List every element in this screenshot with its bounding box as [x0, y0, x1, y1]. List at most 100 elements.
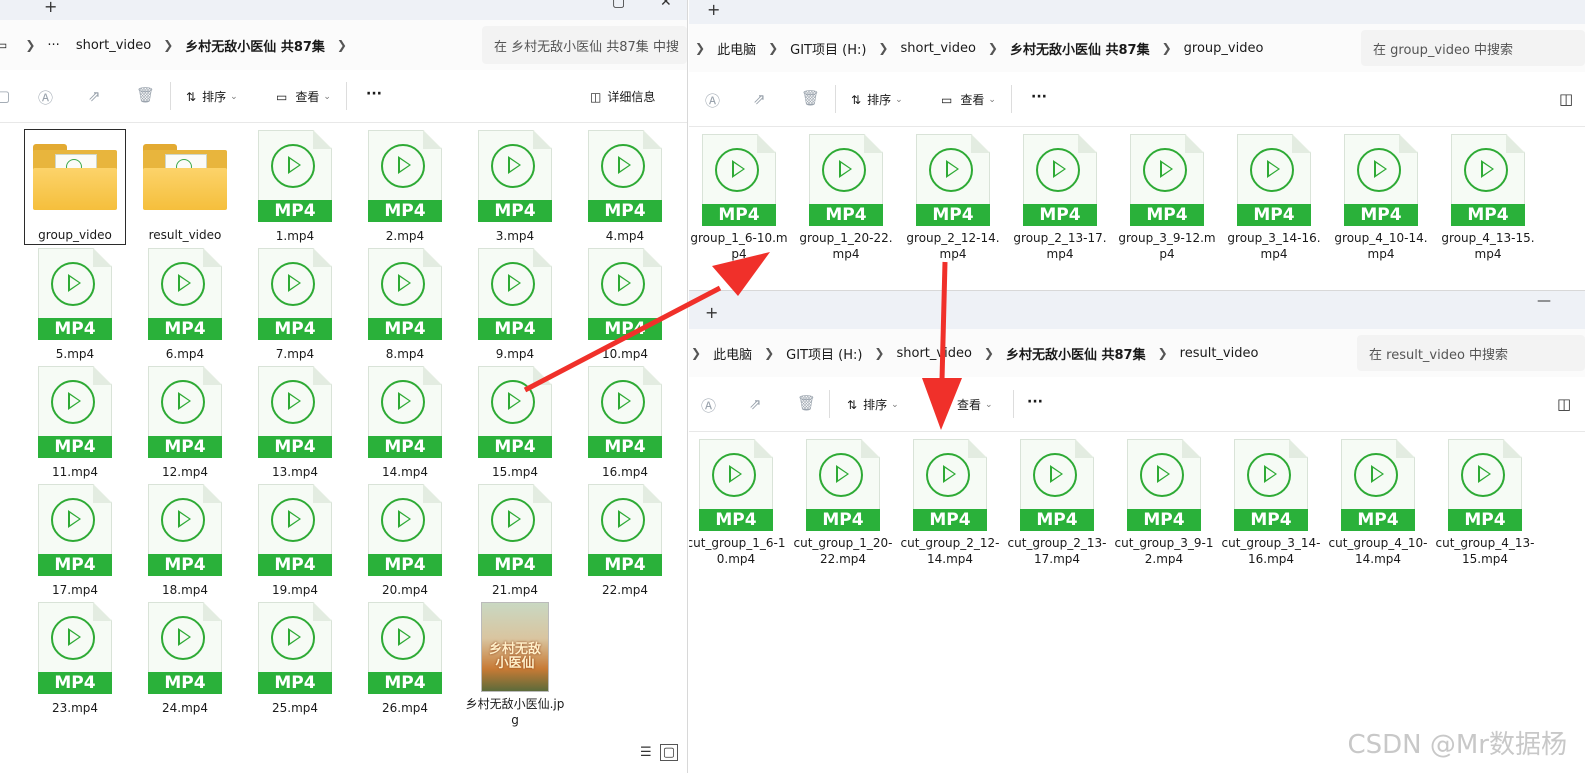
rename-icon[interactable]: Ⓐ	[38, 87, 53, 108]
more-options-button[interactable]: ···	[1031, 89, 1047, 105]
view-button[interactable]: ▭ 查看 ⌄	[941, 91, 996, 108]
file-item-mp4[interactable]: MP4 9.mp4	[465, 248, 565, 378]
file-item-mp4[interactable]: MP4 cut_group_2_13-17.mp4	[1007, 439, 1107, 569]
breadcrumb-this-pc[interactable]: 此电脑	[713, 344, 752, 363]
file-item-mp4[interactable]: MP4 group_1_20-22.mp4	[796, 134, 896, 264]
file-name-label: 24.mp4	[161, 701, 209, 715]
file-item-mp4[interactable]: MP4 group_3_9-12.mp4	[1117, 134, 1217, 264]
file-item-mp4[interactable]: MP4 22.mp4	[575, 484, 675, 614]
details-pane-icon[interactable]: ◫	[1557, 395, 1571, 413]
folder-item[interactable]: group_video	[24, 129, 126, 245]
delete-icon[interactable]: 🗑	[136, 86, 155, 104]
rename-icon[interactable]: Ⓐ	[701, 395, 716, 416]
breadcrumb-series-folder[interactable]: 乡村无敌小医仙 共87集	[1010, 39, 1150, 58]
file-item-mp4[interactable]: MP4 10.mp4	[575, 248, 675, 378]
file-item-mp4[interactable]: MP4 group_1_6-10.mp4	[689, 134, 789, 264]
view-button[interactable]: 查看 ⌄	[957, 396, 993, 413]
details-button[interactable]: ◫ 详细信息	[590, 88, 655, 105]
file-item-mp4[interactable]: MP4 13.mp4	[245, 366, 345, 496]
file-item-jpg[interactable]: 乡村无敌小医仙 乡村无敌小医仙.jpg	[465, 602, 565, 742]
file-item-mp4[interactable]: MP4 11.mp4	[25, 366, 125, 496]
new-tab-button[interactable]: +	[705, 303, 718, 322]
new-tab-button[interactable]: +	[44, 0, 57, 16]
file-item-mp4[interactable]: MP4 group_2_13-17.mp4	[1010, 134, 1110, 264]
more-options-button[interactable]: ···	[366, 86, 382, 102]
file-item-mp4[interactable]: MP4 16.mp4	[575, 366, 675, 496]
file-item-mp4[interactable]: MP4 group_3_14-16.mp4	[1224, 134, 1324, 264]
view-button[interactable]: ▭ 查看 ⌄	[276, 88, 331, 105]
share-icon[interactable]: ⇗	[749, 395, 762, 413]
file-item-mp4[interactable]: MP4 6.mp4	[135, 248, 235, 378]
file-item-mp4[interactable]: MP4 3.mp4	[465, 130, 565, 260]
file-item-mp4[interactable]: MP4 21.mp4	[465, 484, 565, 614]
file-item-mp4[interactable]: MP4 17.mp4	[25, 484, 125, 614]
file-item-mp4[interactable]: MP4 4.mp4	[575, 130, 675, 260]
file-item-mp4[interactable]: MP4 cut_group_3_14-16.mp4	[1221, 439, 1321, 569]
file-item-mp4[interactable]: MP4 20.mp4	[355, 484, 455, 614]
file-item-mp4[interactable]: MP4 group_4_10-14.mp4	[1331, 134, 1431, 264]
minimize-window-icon[interactable]: —	[1537, 293, 1551, 309]
file-item-mp4[interactable]: MP4 group_4_13-15.mp4	[1438, 134, 1538, 264]
restore-window-icon[interactable]: ▢	[612, 0, 625, 10]
poster-thumbnail: 乡村无敌小医仙	[481, 602, 549, 692]
file-item-mp4[interactable]: MP4 12.mp4	[135, 366, 235, 496]
left-search-input[interactable]: 在 乡村无敌小医仙 共87集 中搜	[482, 26, 687, 64]
large-icons-view-icon[interactable]: ▢	[659, 744, 679, 761]
file-item-mp4[interactable]: MP4 cut_group_4_13-15.mp4	[1435, 439, 1535, 569]
share-icon[interactable]: ⇗	[753, 90, 766, 108]
sort-button[interactable]: ⇅ 排序 ⌄	[186, 88, 238, 105]
close-window-icon[interactable]: ✕	[660, 0, 672, 10]
group-search-input[interactable]: 在 group_video 中搜索	[1361, 30, 1585, 66]
file-item-mp4[interactable]: MP4 cut_group_3_9-12.mp4	[1114, 439, 1214, 569]
file-item-mp4[interactable]: MP4 15.mp4	[465, 366, 565, 496]
result-search-input[interactable]: 在 result_video 中搜索	[1357, 335, 1585, 371]
new-tab-button[interactable]: +	[707, 0, 720, 19]
delete-icon[interactable]: 🗑	[797, 394, 816, 412]
file-item-mp4[interactable]: MP4 2.mp4	[355, 130, 455, 260]
breadcrumb-this-pc[interactable]: 此电脑	[717, 39, 756, 58]
file-item-mp4[interactable]: MP4 7.mp4	[245, 248, 345, 378]
file-item-mp4[interactable]: MP4 5.mp4	[25, 248, 125, 378]
file-item-mp4[interactable]: MP4 23.mp4	[25, 602, 125, 732]
breadcrumb-series-folder[interactable]: 乡村无敌小医仙 共87集	[1006, 344, 1146, 363]
file-item-mp4[interactable]: MP4 25.mp4	[245, 602, 345, 732]
breadcrumb-git-drive[interactable]: GIT项目 (H:)	[786, 344, 862, 363]
delete-icon[interactable]: 🗑	[801, 89, 820, 107]
file-item-mp4[interactable]: MP4 group_2_12-14.mp4	[903, 134, 1003, 264]
mp4-file-icon: MP4	[478, 366, 552, 458]
file-item-mp4[interactable]: MP4 cut_group_2_12-14.mp4	[900, 439, 1000, 569]
file-item-mp4[interactable]: MP4 14.mp4	[355, 366, 455, 496]
breadcrumb-git-drive[interactable]: GIT项目 (H:)	[790, 39, 866, 58]
share-icon[interactable]: ⇗	[88, 87, 101, 105]
breadcrumb-result-video[interactable]: result_video	[1180, 346, 1259, 361]
folder-item[interactable]: result_video	[135, 130, 235, 244]
mp4-badge: MP4	[588, 200, 662, 222]
play-icon	[491, 380, 535, 424]
rename-icon[interactable]: Ⓐ	[705, 90, 720, 111]
file-item-mp4[interactable]: MP4 18.mp4	[135, 484, 235, 614]
breadcrumb-group-video[interactable]: group_video	[1184, 41, 1264, 56]
breadcrumb-overflow[interactable]: ···	[47, 38, 59, 53]
sort-button[interactable]: ⇅ 排序 ⌄	[847, 396, 899, 413]
breadcrumb-short-video[interactable]: short_video	[900, 41, 975, 56]
file-item-mp4[interactable]: MP4 19.mp4	[245, 484, 345, 614]
this-pc-icon[interactable]: ▭	[0, 38, 7, 52]
folder-name-label: result_video	[148, 228, 222, 242]
file-item-mp4[interactable]: MP4 24.mp4	[135, 602, 235, 732]
mp4-badge: MP4	[368, 554, 442, 576]
breadcrumb-short-video[interactable]: short_video	[896, 346, 971, 361]
file-item-mp4[interactable]: MP4 1.mp4	[245, 130, 345, 260]
file-item-mp4[interactable]: MP4 8.mp4	[355, 248, 455, 378]
more-options-button[interactable]: ···	[1027, 394, 1043, 410]
breadcrumb-short-video[interactable]: short_video	[76, 38, 151, 53]
file-item-mp4[interactable]: MP4 26.mp4	[355, 602, 455, 732]
copy-icon[interactable]: ▢	[0, 87, 10, 105]
file-item-mp4[interactable]: MP4 cut_group_1_6-10.mp4	[689, 439, 786, 569]
minimize-window-icon[interactable]: —	[1539, 0, 1553, 6]
sort-button[interactable]: ⇅ 排序 ⌄	[851, 91, 903, 108]
details-view-icon[interactable]: ☰	[640, 745, 652, 760]
file-item-mp4[interactable]: MP4 cut_group_1_20-22.mp4	[793, 439, 893, 569]
details-pane-icon[interactable]: ◫	[1559, 90, 1573, 108]
file-item-mp4[interactable]: MP4 cut_group_4_10-14.mp4	[1328, 439, 1428, 569]
breadcrumb-series-folder[interactable]: 乡村无敌小医仙 共87集	[185, 36, 325, 55]
